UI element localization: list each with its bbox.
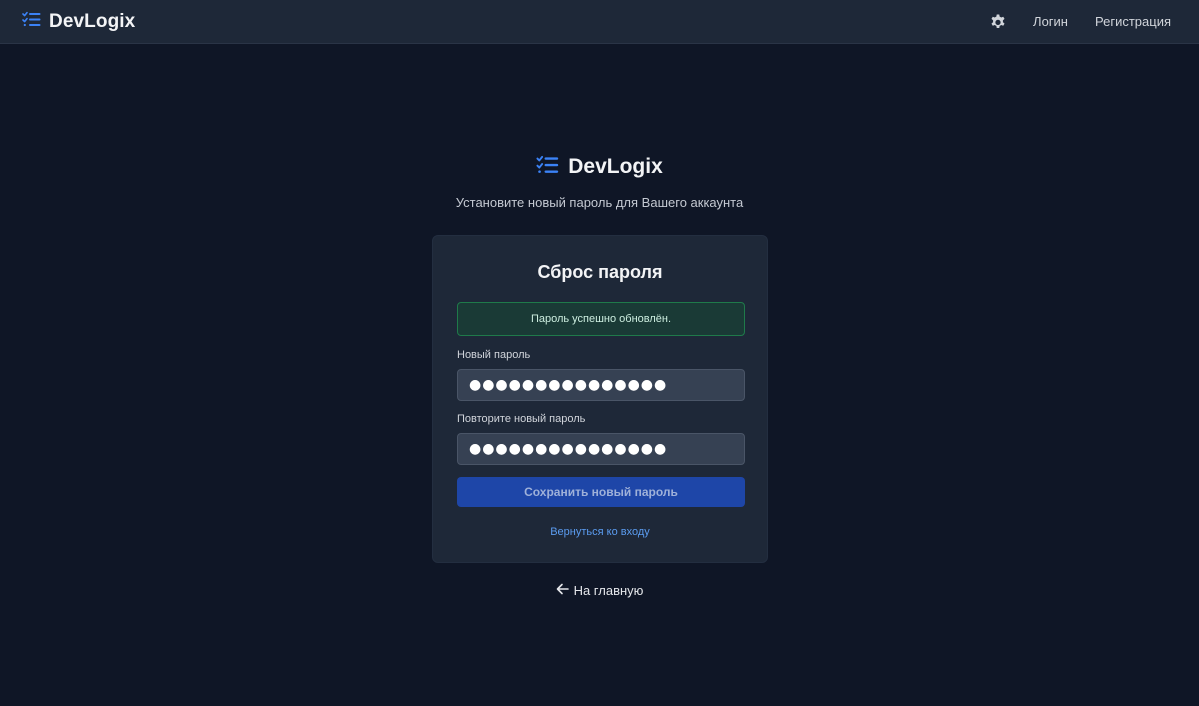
repeat-password-label: Повторите новый пароль	[457, 413, 586, 425]
gear-icon[interactable]	[989, 13, 1007, 31]
back-to-login-link[interactable]: Вернуться ко входу	[433, 526, 767, 538]
new-password-label: Новый пароль	[457, 349, 531, 361]
reset-password-card: Сброс пароля Пароль успешно обновлён. Но…	[432, 235, 768, 563]
brand-name: DevLogix	[49, 10, 136, 32]
page-subtitle: Установите новый пароль для Вашего аккау…	[455, 195, 744, 210]
save-password-button[interactable]: Сохранить новый пароль	[457, 477, 745, 507]
checklist-icon	[536, 155, 559, 179]
brand-logo-link[interactable]: DevLogix	[22, 11, 135, 33]
top-navbar: DevLogix Логин Регистрация	[0, 0, 1199, 44]
success-alert: Пароль успешно обновлён.	[457, 302, 745, 336]
home-link-label: На главную	[573, 583, 644, 598]
home-link[interactable]: На главную	[0, 583, 1199, 598]
checklist-icon	[22, 11, 41, 32]
repeat-password-field[interactable]	[457, 433, 745, 465]
nav-login-link[interactable]: Логин	[1033, 14, 1068, 29]
hero-brand-name: DevLogix	[568, 155, 663, 178]
card-title: Сброс пароля	[537, 262, 663, 282]
arrow-left-icon	[556, 583, 569, 598]
new-password-field[interactable]	[457, 369, 745, 401]
nav-links: Логин Регистрация	[989, 13, 1171, 31]
nav-register-link[interactable]: Регистрация	[1095, 14, 1171, 29]
hero-brand: DevLogix	[0, 155, 1199, 179]
